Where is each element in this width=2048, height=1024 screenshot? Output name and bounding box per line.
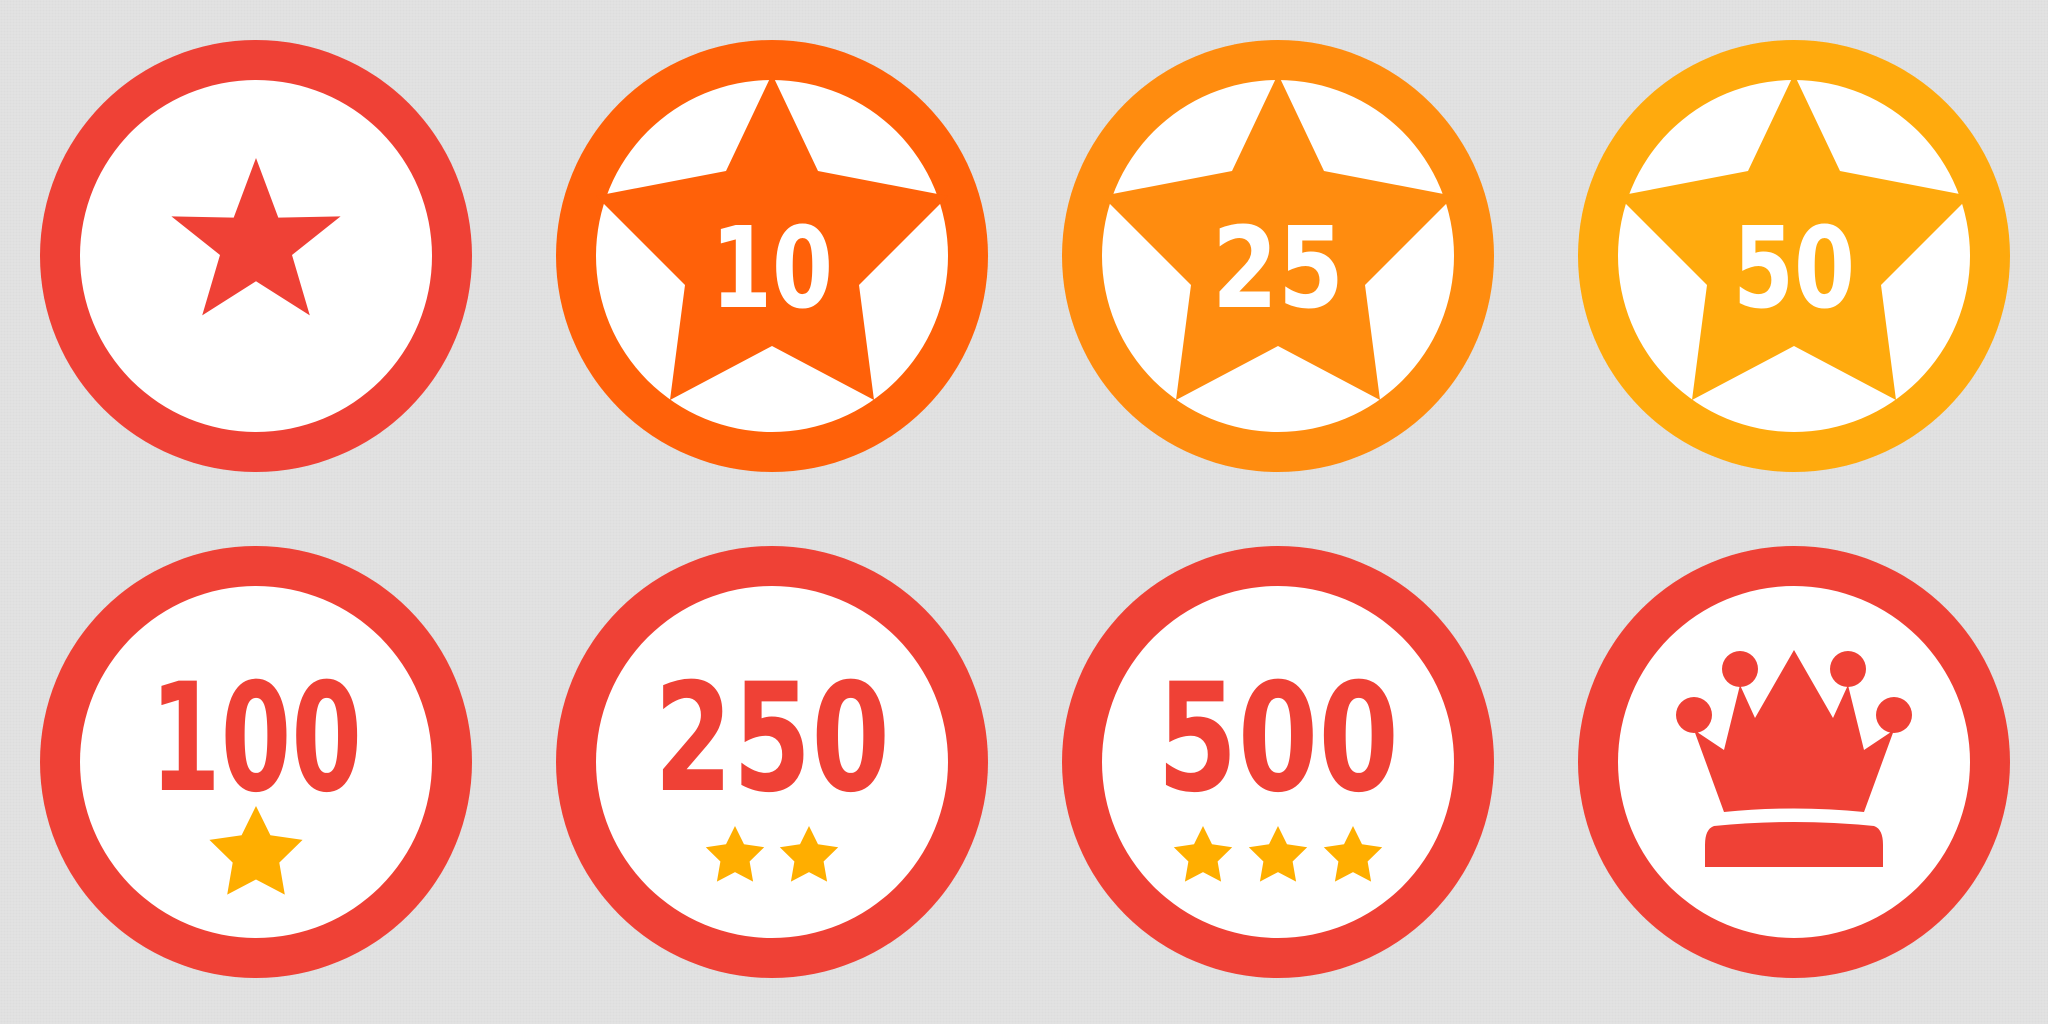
badge-100-svg: 100 — [40, 546, 472, 978]
badge-10-svg: 10 — [556, 40, 988, 472]
badge-500: 500 — [1061, 545, 1495, 979]
badge-500-svg: 500 — [1062, 546, 1494, 978]
badge-count-label: 500 — [1157, 652, 1399, 826]
badge-50: 50 — [1577, 39, 2011, 473]
badge-count-label: 25 — [1212, 204, 1344, 334]
badge-grid: 10 25 50 100 250 500 — [0, 0, 2048, 1024]
badge-10: 10 — [555, 39, 989, 473]
badge-first-star-svg — [40, 40, 472, 472]
badge-50-svg: 50 — [1578, 40, 2010, 472]
badge-crown — [1577, 545, 2011, 979]
badge-count-label: 10 — [711, 204, 833, 334]
badge-25: 25 — [1061, 39, 1495, 473]
badge-first-star — [39, 39, 473, 473]
badge-25-svg: 25 — [1062, 40, 1494, 472]
badge-100: 100 — [39, 545, 473, 979]
badge-crown-svg — [1578, 546, 2010, 978]
badge-count-label: 250 — [654, 652, 890, 826]
badge-count-label: 100 — [150, 652, 362, 826]
badge-count-label: 50 — [1733, 204, 1855, 334]
badge-250: 250 — [555, 545, 989, 979]
badge-250-svg: 250 — [556, 546, 988, 978]
